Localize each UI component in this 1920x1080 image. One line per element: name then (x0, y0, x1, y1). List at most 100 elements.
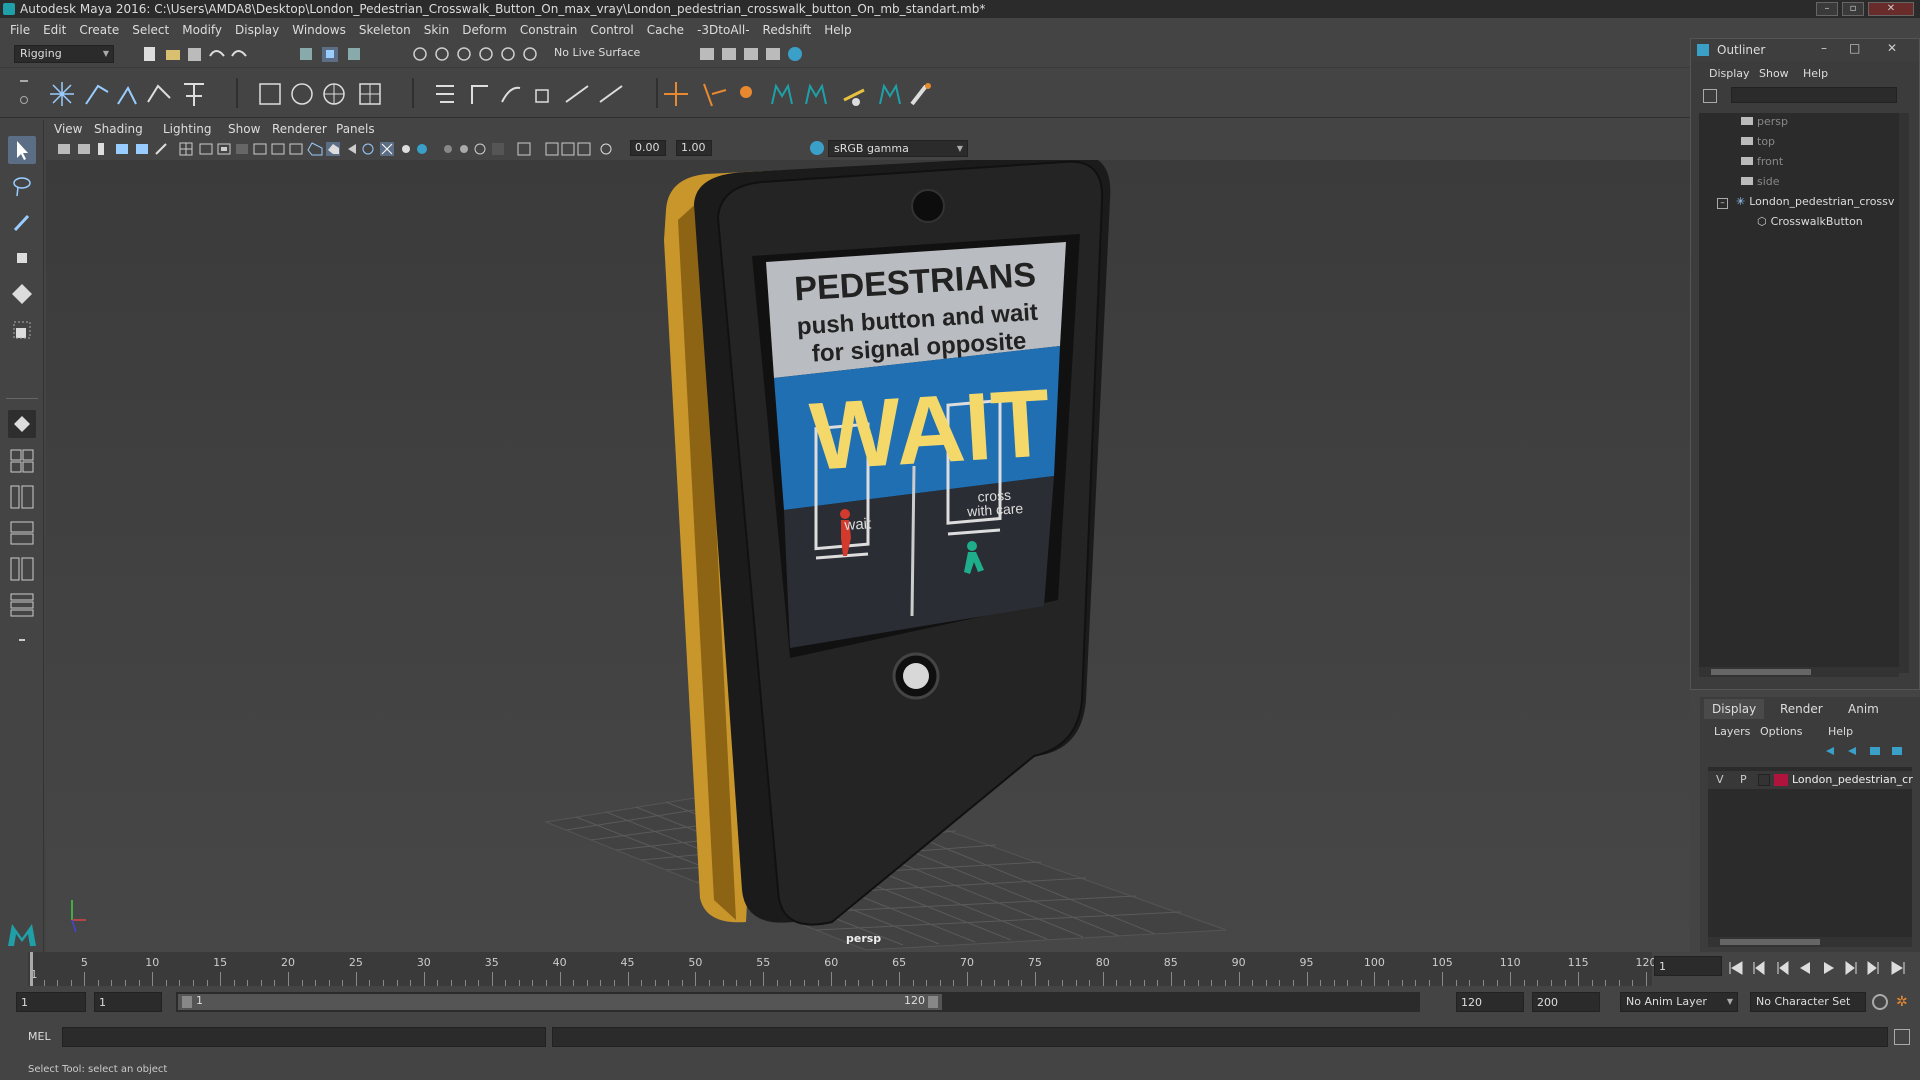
menu-cache[interactable]: Cache (647, 23, 684, 37)
film-gate-icon[interactable] (199, 143, 213, 155)
outliner-close-button[interactable]: ✕ (1887, 41, 1897, 55)
field-chart-icon[interactable] (253, 143, 267, 155)
step-forward-key-icon[interactable] (1867, 961, 1879, 975)
save-scene-icon[interactable] (188, 48, 201, 61)
aim-constraint-icon[interactable] (565, 85, 589, 103)
lasso-tool[interactable] (8, 172, 36, 200)
refresh-icon[interactable] (1703, 89, 1717, 103)
orient-constraint-icon[interactable] (501, 86, 521, 103)
pole-vector-icon[interactable] (599, 85, 623, 103)
perspective-viewport[interactable]: PEDESTRIANS push button and wait for sig… (46, 160, 1690, 952)
resolution-gate-icon[interactable] (217, 143, 231, 155)
wireframe-on-shaded-icon[interactable] (362, 143, 374, 155)
exposure-field[interactable]: 0.00 (630, 140, 666, 156)
four-view-layout[interactable] (8, 446, 36, 474)
ik-spline-icon[interactable] (117, 85, 137, 105)
collapse-icon[interactable]: – (1717, 198, 1728, 209)
render-settings-icon[interactable] (700, 48, 714, 60)
exposure-icon[interactable] (600, 143, 612, 155)
new-empty-layer-icon[interactable] (1870, 747, 1880, 755)
move-layer-down-icon[interactable] (1848, 747, 1856, 755)
hik-effector-icon[interactable] (879, 83, 901, 105)
camera-attributes-icon[interactable] (78, 144, 90, 154)
current-frame-field[interactable]: 1 (1654, 956, 1722, 976)
layer-menu-help[interactable]: Help (1828, 725, 1853, 738)
gamma-field[interactable]: 1.00 (676, 140, 712, 156)
time-slider[interactable]: 1 5 10 15 20 25 30 35 40 45 50 55 60 65 70 75 80 85 90 95 10… (0, 952, 1920, 986)
color-management-icon[interactable] (810, 141, 824, 155)
anti-aliasing-icon[interactable] (474, 143, 486, 155)
playback-end-field[interactable]: 120 (1456, 992, 1524, 1012)
xray-joints-icon[interactable] (561, 142, 575, 156)
color-space-dropdown[interactable]: sRGB gamma ▼ (828, 140, 968, 157)
safe-action-icon[interactable] (271, 143, 285, 155)
scale-constraint-icon[interactable] (535, 89, 549, 103)
script-editor-icon[interactable] (1894, 1029, 1910, 1045)
xray-components-icon[interactable] (577, 142, 591, 156)
joint-tool-icon[interactable] (50, 82, 74, 106)
play-forwards-icon[interactable] (1824, 962, 1834, 974)
outliner-menu-help[interactable]: Help (1803, 67, 1828, 80)
outliner-item-persp[interactable]: persp (1699, 113, 1899, 131)
snap-projected-center-icon[interactable] (479, 47, 493, 61)
menu-select[interactable]: Select (132, 23, 169, 37)
maximize-button[interactable]: ▫ (1842, 2, 1864, 16)
parent-constraint-icon[interactable] (436, 85, 454, 103)
ipr-render-icon[interactable] (744, 48, 758, 60)
snap-point-icon[interactable] (457, 47, 471, 61)
animation-start-field[interactable]: 1 (16, 992, 86, 1012)
layer-playback-toggle[interactable]: P (1740, 773, 1747, 786)
mirror-joint-icon[interactable] (147, 84, 171, 103)
paint-tool-icon[interactable] (910, 83, 931, 106)
outliner-vertical-scrollbar[interactable] (1899, 113, 1909, 673)
outliner-menu-show[interactable]: Show (1759, 67, 1789, 80)
select-component-icon[interactable] (348, 48, 360, 60)
rotate-tool[interactable] (8, 280, 36, 308)
blend-shape-icon[interactable] (843, 88, 865, 106)
auto-key-icon[interactable] (1872, 994, 1888, 1010)
anim-layer-dropdown[interactable]: No Anim Layer ▼ (1620, 992, 1738, 1012)
menu-windows[interactable]: Windows (292, 23, 346, 37)
textured-icon[interactable] (380, 142, 394, 156)
menu-edit[interactable]: Edit (43, 23, 66, 37)
live-surface-label[interactable]: No Live Surface (554, 46, 640, 59)
outliner-search-input[interactable] (1731, 87, 1897, 103)
new-layer-selected-icon[interactable] (1892, 747, 1902, 755)
custom-layout[interactable] (8, 626, 36, 654)
point-constraint-icon[interactable] (471, 85, 488, 104)
cluster-icon[interactable] (703, 83, 727, 107)
select-tool[interactable] (8, 136, 36, 164)
menu-skeleton[interactable]: Skeleton (359, 23, 411, 37)
menu-deform[interactable]: Deform (462, 23, 507, 37)
isolate-select-icon[interactable] (517, 142, 531, 156)
set-driven-key-icon[interactable] (740, 86, 752, 98)
new-scene-icon[interactable] (144, 47, 155, 61)
hik-character-icon[interactable] (771, 83, 793, 105)
command-language-label[interactable]: MEL (28, 1030, 51, 1043)
menu-modify[interactable]: Modify (182, 23, 222, 37)
layer-horizontal-scrollbar[interactable] (1708, 937, 1912, 947)
scrollbar-thumb[interactable] (1720, 939, 1820, 945)
layer-menu-options[interactable]: Options (1760, 725, 1802, 738)
menu-redshift[interactable]: Redshift (763, 23, 812, 37)
paint-weights-icon[interactable] (291, 83, 313, 105)
menu-help[interactable]: Help (824, 23, 851, 37)
paint-select-tool[interactable] (8, 208, 36, 236)
layer-color-swatch[interactable] (1774, 774, 1788, 786)
move-tool[interactable] (8, 244, 36, 272)
panel-menu-lighting[interactable]: Lighting (163, 122, 212, 136)
panel-menu-show[interactable]: Show (228, 122, 260, 136)
lattice-icon[interactable] (359, 83, 381, 105)
persp-relationship-layout[interactable] (8, 590, 36, 618)
move-layer-up-icon[interactable] (1826, 747, 1834, 755)
smooth-bind-icon[interactable] (323, 83, 345, 105)
character-set-dropdown[interactable]: No Character Set (1750, 992, 1866, 1012)
select-camera-icon[interactable] (58, 144, 70, 154)
outliner-menu-display[interactable]: Display (1709, 67, 1750, 80)
image-plane-icon[interactable] (116, 144, 128, 154)
default-material-icon[interactable] (348, 144, 356, 154)
layer-menu-layers[interactable]: Layers (1714, 725, 1750, 738)
smooth-shade-icon[interactable] (326, 142, 340, 156)
layer-tab-anim[interactable]: Anim (1840, 699, 1887, 719)
safe-title-icon[interactable] (289, 143, 303, 155)
